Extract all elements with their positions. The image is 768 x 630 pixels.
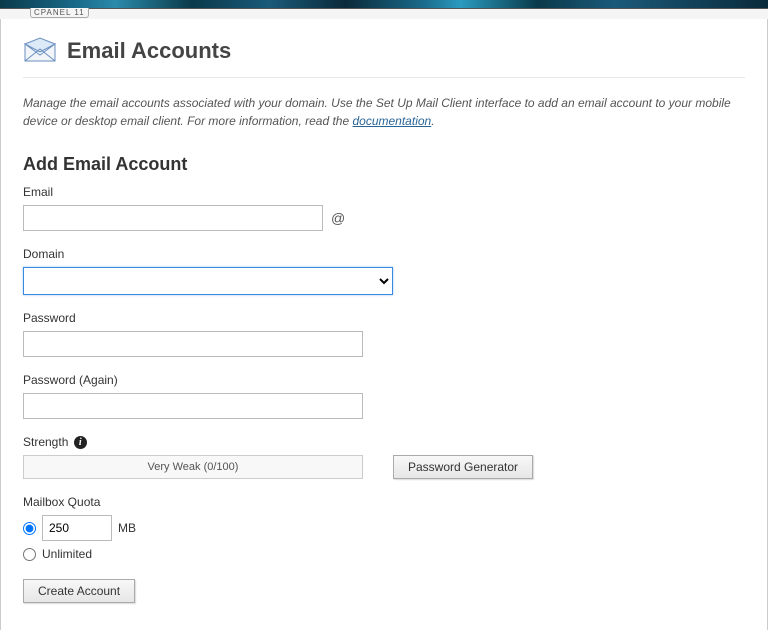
page-header: Email Accounts bbox=[23, 37, 745, 78]
quota-field-group: Mailbox Quota MB Unlimited bbox=[23, 495, 745, 561]
password-again-input[interactable] bbox=[23, 393, 363, 419]
domain-field-group: Domain bbox=[23, 247, 745, 295]
strength-label-text: Strength bbox=[23, 435, 68, 449]
page-title: Email Accounts bbox=[67, 38, 231, 64]
quota-value-input[interactable] bbox=[42, 515, 112, 541]
documentation-link[interactable]: documentation bbox=[352, 114, 431, 128]
strength-label: Strength i bbox=[23, 435, 745, 449]
page-description: Manage the email accounts associated wit… bbox=[23, 94, 745, 130]
main-panel: Email Accounts Manage the email accounts… bbox=[0, 19, 768, 630]
create-account-button[interactable]: Create Account bbox=[23, 579, 135, 603]
description-tail: . bbox=[431, 114, 434, 128]
quota-unit: MB bbox=[118, 521, 136, 535]
at-symbol: @ bbox=[331, 210, 345, 226]
quota-unlimited-radio[interactable] bbox=[23, 548, 36, 561]
section-title: Add Email Account bbox=[23, 154, 745, 175]
password-again-label: Password (Again) bbox=[23, 373, 745, 387]
email-field-group: Email @ bbox=[23, 185, 745, 231]
domain-select[interactable] bbox=[23, 267, 393, 295]
password-label: Password bbox=[23, 311, 745, 325]
password-generator-button[interactable]: Password Generator bbox=[393, 455, 533, 479]
mailbox-quota-label: Mailbox Quota bbox=[23, 495, 745, 509]
info-icon[interactable]: i bbox=[74, 436, 87, 449]
password-field-group: Password bbox=[23, 311, 745, 357]
quota-unlimited-label: Unlimited bbox=[42, 547, 92, 561]
decorative-header-strip bbox=[0, 0, 768, 9]
domain-label: Domain bbox=[23, 247, 745, 261]
email-icon bbox=[23, 37, 57, 65]
quota-fixed-radio[interactable] bbox=[23, 522, 36, 535]
password-input[interactable] bbox=[23, 331, 363, 357]
email-input[interactable] bbox=[23, 205, 323, 231]
brand-strip: CPANEL 11 bbox=[0, 9, 768, 19]
email-label: Email bbox=[23, 185, 745, 199]
strength-field-group: Strength i Very Weak (0/100) Password Ge… bbox=[23, 435, 745, 479]
brand-label: CPANEL 11 bbox=[30, 8, 89, 18]
strength-meter: Very Weak (0/100) bbox=[23, 455, 363, 479]
password-again-field-group: Password (Again) bbox=[23, 373, 745, 419]
